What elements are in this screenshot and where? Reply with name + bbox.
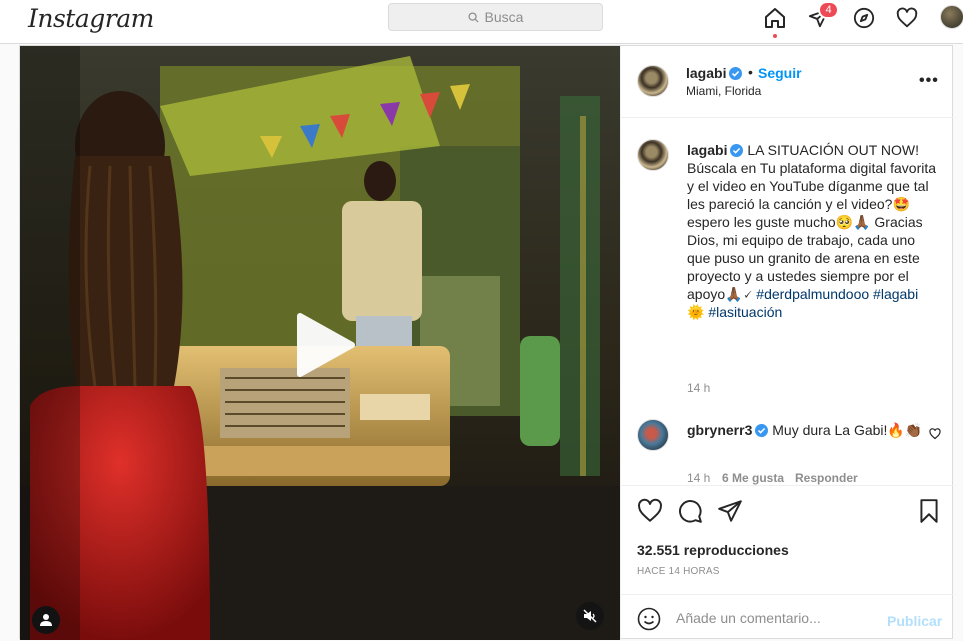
share-plane-icon[interactable] — [717, 498, 743, 524]
comment-text: Muy dura La Gabi!🔥👏🏾 — [772, 422, 923, 438]
profile-avatar[interactable] — [940, 5, 963, 29]
instagram-logo[interactable]: Instagram — [28, 4, 154, 33]
comment-time[interactable]: 14 h — [687, 471, 710, 485]
home-active-indicator — [773, 34, 777, 38]
video-player[interactable] — [20, 46, 620, 640]
search-box[interactable]: Busca — [388, 3, 603, 31]
search-icon — [467, 11, 479, 23]
sun-emoji: 🌞 — [687, 304, 705, 320]
notification-badge: 4 — [818, 1, 839, 19]
hashtag-link[interactable]: #derdpalmundooo — [756, 286, 869, 302]
post-details-panel: lagabi • Seguir Miami, Florida ••• lagab… — [620, 46, 954, 640]
comments-list[interactable]: lagabi LA SITUACIÓN OUT NOW! Búscala en … — [621, 119, 954, 485]
add-comment-bar: Publicar — [621, 594, 954, 641]
more-options-icon[interactable]: ••• — [919, 72, 939, 90]
post-location[interactable]: Miami, Florida — [686, 84, 761, 98]
hashtag-link[interactable]: #lasituación — [708, 304, 782, 320]
like-heart-icon[interactable] — [637, 498, 663, 524]
commenter-avatar[interactable] — [637, 419, 669, 451]
heart-icon[interactable] — [894, 5, 920, 31]
emoji-icon[interactable] — [637, 607, 661, 631]
like-comment-heart-icon[interactable] — [929, 428, 941, 440]
verified-badge-icon — [729, 67, 743, 80]
speaker-muted-icon — [583, 609, 597, 623]
mute-button[interactable] — [576, 602, 604, 630]
author-avatar[interactable] — [637, 65, 669, 97]
explore-icon[interactable] — [851, 5, 877, 31]
hashtag-link[interactable]: #lagabi — [873, 286, 918, 302]
tagged-users-button[interactable] — [32, 606, 60, 634]
caption-text: LA SITUACIÓN OUT NOW! Búscala en Tu plat… — [687, 142, 937, 302]
caption-avatar[interactable] — [637, 139, 669, 171]
publish-button[interactable]: Publicar — [887, 613, 942, 629]
reply-button[interactable]: Responder — [795, 471, 858, 485]
comment-input[interactable] — [676, 605, 876, 631]
caption-time[interactable]: 14 h — [687, 381, 710, 395]
search-placeholder: Busca — [484, 9, 524, 25]
verified-badge-icon — [730, 144, 744, 157]
play-button-icon[interactable] — [288, 310, 358, 380]
comment-item: gbrynerr3 Muy dura La Gabi!🔥👏🏾 — [687, 421, 927, 439]
post-actions: 32.551 reproducciones HACE 14 HORAS Publ… — [621, 485, 954, 640]
header-separator: • — [748, 64, 753, 80]
post-modal: lagabi • Seguir Miami, Florida ••• lagab… — [19, 45, 954, 640]
comment-username[interactable]: gbrynerr3 — [687, 422, 752, 438]
author-username-text: lagabi — [686, 65, 727, 81]
author-username[interactable]: lagabi — [686, 65, 743, 81]
post-timestamp[interactable]: HACE 14 HORAS — [637, 566, 720, 577]
comment-bubble-icon[interactable] — [677, 498, 703, 524]
follow-button[interactable]: Seguir — [758, 65, 802, 81]
post-header: lagabi • Seguir Miami, Florida ••• — [621, 46, 954, 118]
save-bookmark-icon[interactable] — [916, 498, 942, 524]
person-icon — [40, 614, 52, 626]
top-navigation-bar: Instagram Busca 4 — [0, 0, 963, 44]
post-caption: lagabi LA SITUACIÓN OUT NOW! Búscala en … — [687, 141, 939, 321]
verified-badge-icon — [755, 424, 769, 437]
home-icon[interactable] — [762, 5, 788, 31]
caption-username[interactable]: lagabi — [687, 142, 727, 158]
view-count[interactable]: 32.551 reproducciones — [637, 542, 789, 558]
comment-likes[interactable]: 6 Me gusta — [722, 471, 784, 485]
